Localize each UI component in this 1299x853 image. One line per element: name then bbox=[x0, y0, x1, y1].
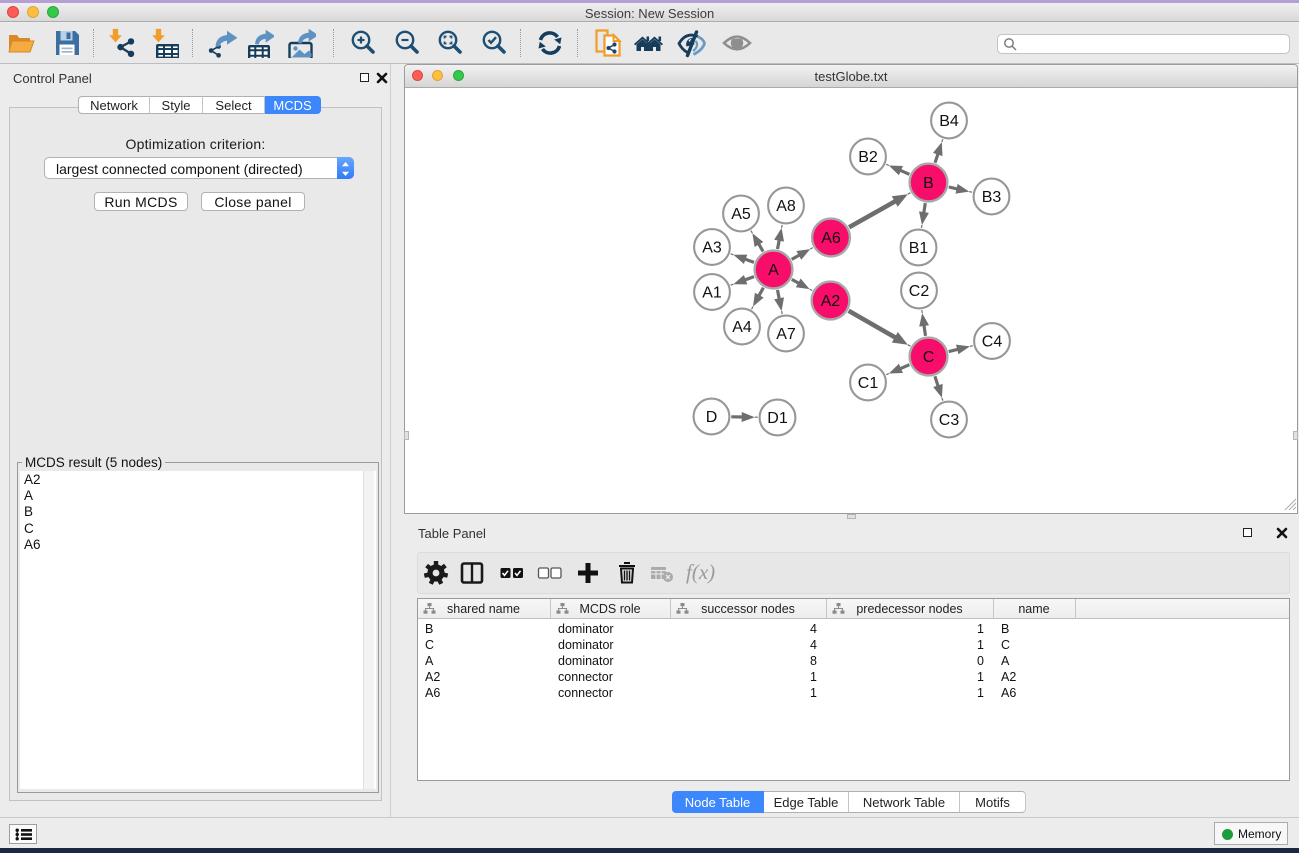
svg-text:B1: B1 bbox=[909, 240, 929, 257]
svg-text:A4: A4 bbox=[732, 319, 752, 336]
svg-text:D: D bbox=[706, 409, 718, 426]
svg-text:B: B bbox=[923, 175, 934, 192]
svg-text:A1: A1 bbox=[702, 285, 722, 302]
svg-text:D1: D1 bbox=[767, 410, 788, 427]
svg-text:C3: C3 bbox=[939, 412, 960, 429]
svg-text:A6: A6 bbox=[821, 230, 841, 247]
svg-text:A2: A2 bbox=[821, 293, 841, 310]
svg-text:A5: A5 bbox=[731, 206, 751, 223]
svg-text:C4: C4 bbox=[982, 334, 1003, 351]
svg-text:B4: B4 bbox=[939, 113, 959, 130]
svg-text:A3: A3 bbox=[702, 240, 722, 257]
svg-text:B2: B2 bbox=[858, 149, 878, 166]
svg-text:B3: B3 bbox=[982, 189, 1002, 206]
svg-text:A: A bbox=[768, 262, 779, 279]
svg-text:A8: A8 bbox=[776, 198, 796, 215]
svg-text:A7: A7 bbox=[776, 326, 796, 343]
svg-text:C2: C2 bbox=[909, 283, 930, 300]
svg-text:C1: C1 bbox=[858, 375, 879, 392]
svg-text:C: C bbox=[923, 349, 935, 366]
